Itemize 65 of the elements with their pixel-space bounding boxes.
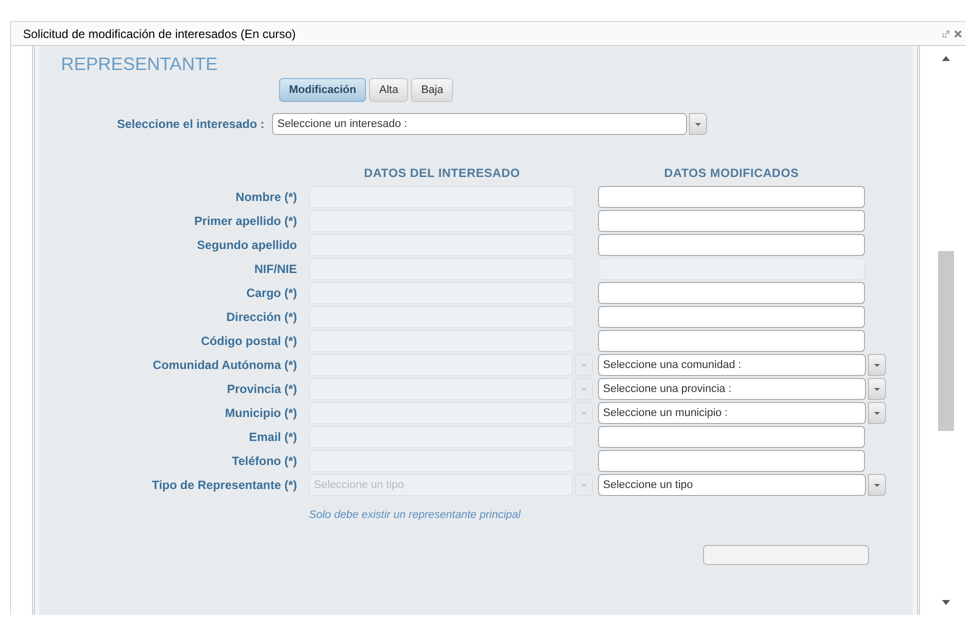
- field-label: Primer apellido (*): [193, 213, 298, 230]
- text-field[interactable]: [598, 306, 865, 328]
- text-field[interactable]: [598, 234, 865, 256]
- dropdown-button[interactable]: [689, 113, 708, 135]
- window-title: Solicitud de modificación de interesados (En curso): [23, 26, 296, 42]
- scrollbar-thumb[interactable]: [938, 251, 954, 431]
- hint-text: Solo debe existir un representante principal: [309, 509, 521, 521]
- text-field[interactable]: [598, 426, 865, 448]
- field-label: Dirección (*): [225, 309, 298, 326]
- field-label: Nombre (*): [234, 189, 298, 206]
- field-label: NIF/NIE: [253, 261, 298, 278]
- field-label: Tipo de Representante (*): [150, 477, 298, 494]
- caret-icon: [695, 122, 702, 126]
- caret-icon: [874, 484, 880, 486]
- tab[interactable]: Baja: [411, 78, 454, 102]
- select-field[interactable]: Seleccione una provincia :: [598, 378, 866, 400]
- close-icon[interactable]: [954, 30, 962, 38]
- field-label: Provincia (*): [226, 381, 298, 398]
- select-placeholder: Seleccione una provincia :: [603, 382, 732, 397]
- caret-icon: [581, 412, 587, 414]
- popout-icon[interactable]: [942, 30, 950, 38]
- section-title: REPRESENTANTE: [61, 54, 218, 74]
- scroll-down-icon[interactable]: [942, 600, 950, 605]
- tab[interactable]: Alta: [369, 78, 408, 102]
- select-field[interactable]: Seleccione un interesado :: [272, 113, 688, 135]
- tab[interactable]: Modificación: [279, 78, 366, 102]
- select-placeholder: Seleccione un tipo: [603, 478, 693, 493]
- caret-icon: [581, 484, 587, 486]
- field-label: Segundo apellido: [196, 237, 298, 254]
- dropdown-button[interactable]: [868, 354, 886, 376]
- text-field[interactable]: [598, 210, 865, 232]
- dropdown-button[interactable]: [575, 378, 593, 400]
- dropdown-button[interactable]: [868, 402, 886, 424]
- select-placeholder: Seleccione una comunidad :: [603, 358, 742, 373]
- text-field[interactable]: [598, 330, 865, 352]
- caret-icon: [581, 388, 587, 390]
- field-label: Email (*): [248, 429, 298, 446]
- caret-icon: [874, 388, 880, 390]
- select-placeholder: Seleccione un municipio :: [603, 406, 728, 421]
- field-label: Código postal (*): [200, 333, 298, 350]
- select-field[interactable]: Seleccione un tipo: [598, 474, 866, 496]
- field-label: Cargo (*): [245, 285, 298, 302]
- field-label: Seleccione el interesado :: [117, 116, 264, 133]
- field-label: Comunidad Autónoma (*): [152, 357, 298, 374]
- text-field[interactable]: [598, 186, 865, 208]
- caret-icon: [874, 364, 880, 366]
- caret-icon: [874, 412, 880, 414]
- caret-icon: [581, 364, 587, 366]
- dropdown-button[interactable]: [868, 378, 886, 400]
- column-header: DATOS MODIFICADOS: [663, 165, 800, 182]
- text-field[interactable]: [598, 282, 865, 304]
- scroll-up-icon[interactable]: [942, 56, 950, 61]
- dropdown-button[interactable]: [575, 354, 593, 376]
- select-field[interactable]: Seleccione un municipio :: [598, 402, 866, 424]
- action-button[interactable]: [703, 544, 869, 564]
- text-field[interactable]: [598, 450, 865, 472]
- select-placeholder: Seleccione un interesado :: [277, 116, 408, 132]
- dropdown-button[interactable]: [868, 474, 886, 496]
- select-field[interactable]: Seleccione una comunidad :: [598, 354, 866, 376]
- column-header: DATOS DEL INTERESADO: [362, 165, 522, 182]
- select-placeholder: Seleccione un tipo: [314, 478, 404, 493]
- field-label: Municipio (*): [224, 405, 298, 422]
- dropdown-button[interactable]: [575, 474, 593, 496]
- dropdown-button[interactable]: [575, 402, 593, 424]
- field-label: Teléfono (*): [230, 453, 298, 470]
